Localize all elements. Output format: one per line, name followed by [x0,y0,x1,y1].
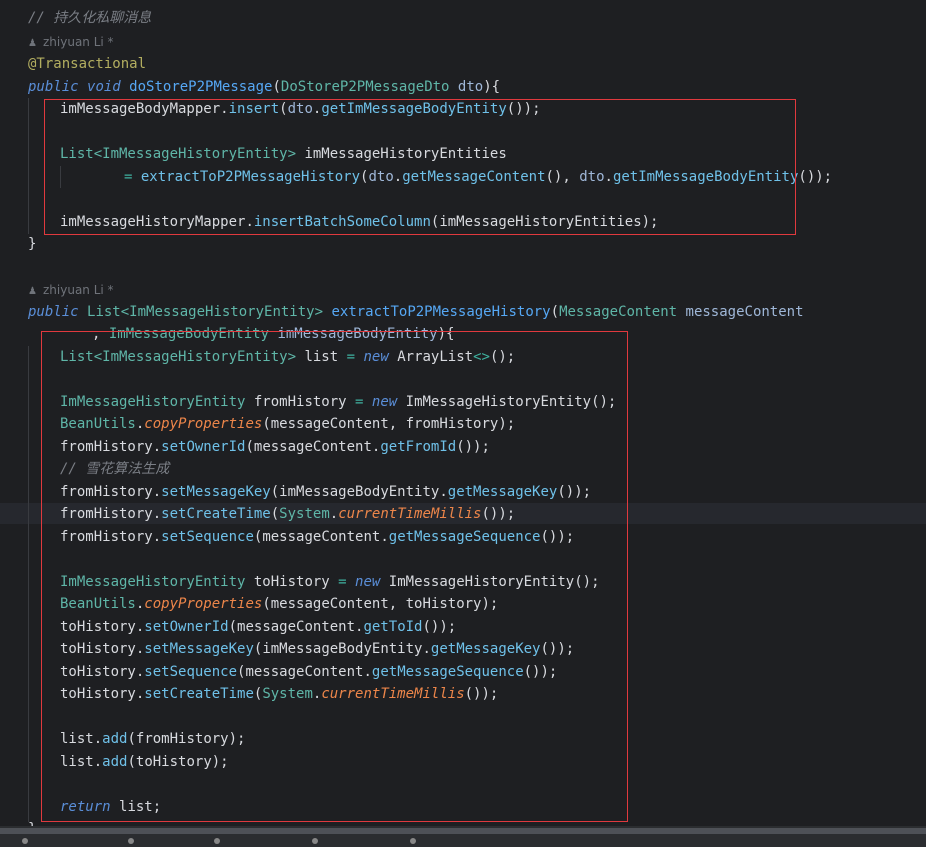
bottom-toolbar [0,836,926,847]
indent-guide [28,98,29,234]
method-signature-2: public List<ImMessageHistoryEntity> extr… [28,304,804,320]
indent-guide [28,346,29,822]
toolbar-icon[interactable] [214,838,220,844]
author-hint[interactable]: ♟ zhiyuan Li * [28,31,114,53]
highlight-box [41,331,628,822]
person-icon: ♟ [28,286,37,297]
code-editor[interactable]: // 持久化私聊消息 ♟ zhiyuan Li * @Transactional … [0,0,926,837]
scrollbar-thumb[interactable] [0,828,926,834]
toolbar-icon[interactable] [128,838,134,844]
person-icon: ♟ [28,38,37,49]
author-hint[interactable]: ♟ zhiyuan Li * [28,279,114,301]
closing-brace: } [28,236,37,252]
annotation-line: @Transactional [28,56,147,72]
toolbar-icon[interactable] [22,838,28,844]
toolbar-icon[interactable] [410,838,416,844]
toolbar-icon[interactable] [312,838,318,844]
highlight-box [44,99,796,235]
method-signature-1: public void doStoreP2PMessage(DoStoreP2P… [28,79,501,95]
code-comment: // 持久化私聊消息 [28,10,152,26]
